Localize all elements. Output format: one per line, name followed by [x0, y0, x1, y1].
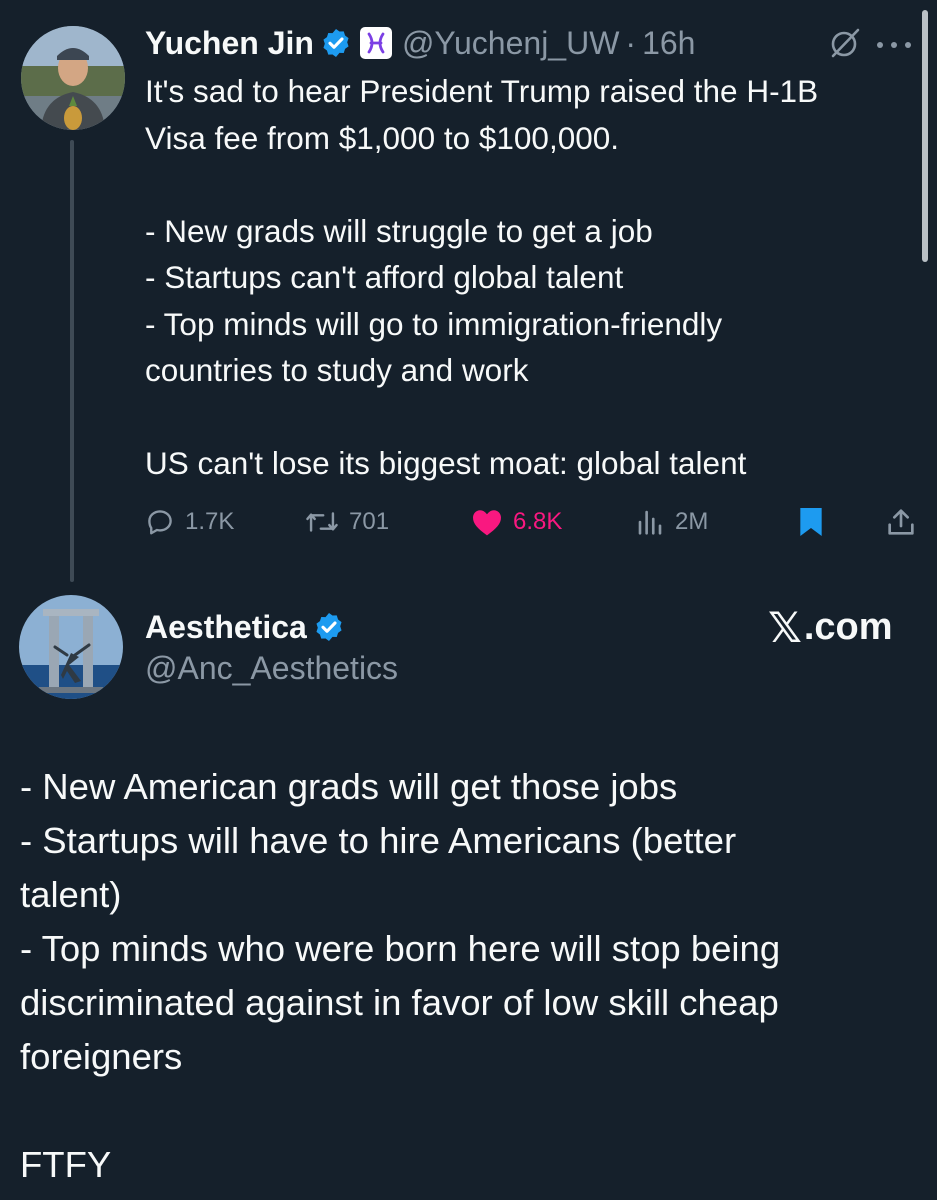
tweet2-text-line: FTFY [20, 1144, 112, 1185]
tweet1-text-line [145, 161, 930, 208]
reply-count: 1.7K [185, 508, 235, 535]
tweet1-author-name[interactable]: Yuchen Jin [145, 25, 314, 62]
more-options-icon[interactable] [872, 40, 916, 50]
tweet2-text-line: talent) [20, 874, 122, 915]
retweet-icon [306, 512, 338, 532]
share-icon [888, 509, 914, 535]
x-logo-icon: 𝕏 [768, 603, 802, 651]
share-button[interactable] [885, 500, 917, 544]
tweet1-action-bar: 1.7K 701 6.8K 2M [145, 500, 920, 544]
bookmark-button[interactable] [797, 500, 825, 544]
tweet1-text-line: - New grads will struggle to get a job [145, 212, 653, 249]
avatar-image [19, 595, 123, 699]
tweet2-text-line: - Startups will have to hire Americans (… [20, 820, 737, 861]
verified-badge-icon [323, 29, 349, 57]
bookmark-filled-icon [800, 508, 822, 536]
tweet2-text-line: - New American grads will get those jobs [20, 766, 678, 807]
tweet1-text-line [145, 394, 930, 441]
tweet1-text-line: - Startups can't afford global talent [145, 259, 624, 295]
tweet1-text: It's sad to hear President Trump raised … [145, 68, 930, 487]
reply-button[interactable]: 1.7K [145, 500, 234, 544]
reply-icon [148, 510, 172, 535]
tweet1-separator: · [625, 24, 637, 61]
view-count: 2M [675, 508, 709, 535]
retweet-button[interactable]: 701 [305, 500, 389, 544]
tweet1-handle[interactable]: @Yuchenj_UW [402, 25, 619, 62]
tweet1-text-line: US can't lose its biggest moat: global t… [145, 445, 747, 481]
tweet1-text-line: Visa fee from $1,000 to $100,000. [145, 119, 620, 156]
grok-icon[interactable] [828, 26, 862, 60]
tweet1-text-line: It's sad to hear President Trump raised … [145, 73, 819, 109]
hyperbolic-logo-icon[interactable] [359, 27, 392, 59]
like-count: 6.8K [513, 508, 563, 535]
scrollbar[interactable] [922, 10, 928, 262]
tweet2-text-line: discriminated against in favor of low sk… [20, 982, 779, 1023]
tweet1-header: Yuchen Jin @Yuchenj_UW · 16h [145, 22, 695, 64]
tweet2-author-name[interactable]: Aesthetica [145, 609, 307, 646]
avatar-aesthetica[interactable] [19, 595, 123, 699]
tweet1-timestamp[interactable]: 16h [642, 25, 695, 62]
tweet2-text-line: foreigners [20, 1036, 183, 1077]
views-button[interactable]: 2M [635, 500, 708, 544]
like-button[interactable]: 6.8K [471, 500, 562, 544]
xcom-watermark: 𝕏 .com [768, 603, 893, 651]
tweet2-text-line: - Top minds who were born here will stop… [20, 928, 781, 969]
avatar-image [21, 26, 125, 130]
retweet-count: 701 [349, 508, 390, 535]
avatar-yuchen-jin[interactable] [21, 26, 125, 130]
tweet2-header: Aesthetica [145, 605, 345, 649]
heart-filled-icon [473, 510, 501, 536]
tweet1-text-line: countries to study and work [145, 352, 529, 388]
thread-connector-line [70, 140, 74, 582]
views-chart-icon [638, 510, 662, 535]
tweet2-text: - New American grads will get those jobs… [20, 760, 920, 1192]
tweet2-text-line [20, 1084, 920, 1138]
tweet1-text-line: - Top minds will go to immigration-frien… [145, 305, 723, 342]
tweet2-handle[interactable]: @Anc_Aesthetics [145, 650, 398, 687]
verified-badge-icon [316, 613, 342, 641]
xcom-watermark-text: .com [803, 605, 893, 648]
